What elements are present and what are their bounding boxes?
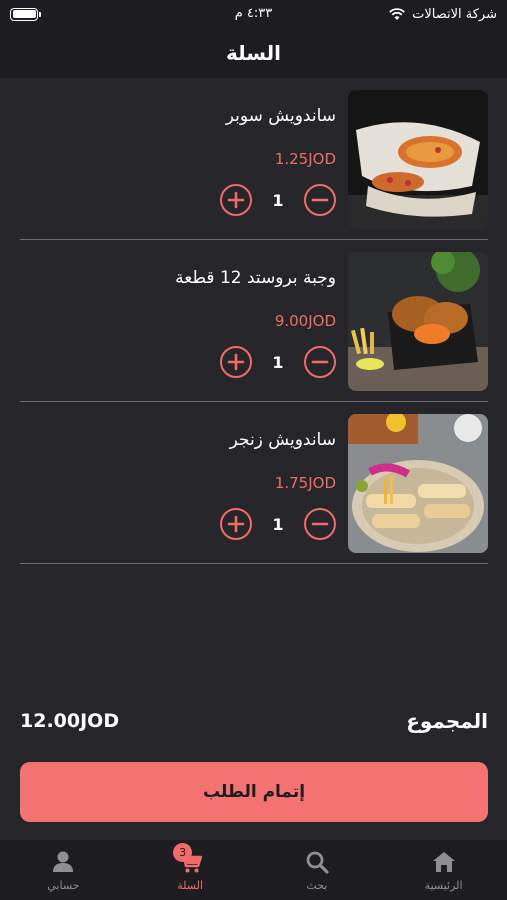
decrease-quantity-button[interactable] bbox=[304, 184, 336, 216]
quantity-stepper: 1 bbox=[220, 508, 336, 540]
increase-quantity-button[interactable] bbox=[220, 184, 252, 216]
item-name: ساندويش زنجر bbox=[229, 430, 336, 450]
item-name: ساندويش سوبر bbox=[225, 106, 336, 126]
item-image-super-sandwich bbox=[348, 90, 488, 229]
quantity-stepper: 1 bbox=[220, 184, 336, 216]
item-name: وجبة بروستد 12 قطعة bbox=[175, 268, 336, 288]
status-bar: ٤:٣٣ م شركة الاتصالات bbox=[0, 0, 507, 28]
increase-quantity-button[interactable] bbox=[220, 346, 252, 378]
plus-icon bbox=[227, 353, 245, 371]
search-icon bbox=[306, 851, 329, 874]
tab-label: حسابي bbox=[47, 878, 80, 892]
tab-label: السلة bbox=[177, 878, 203, 892]
quantity-value: 1 bbox=[272, 514, 284, 534]
increase-quantity-button[interactable] bbox=[220, 508, 252, 540]
status-right: شركة الاتصالات bbox=[388, 7, 497, 22]
tab-cart[interactable]: 3 السلة bbox=[127, 842, 253, 892]
tab-bar: حسابي 3 السلة بحث الرئيسية bbox=[0, 840, 507, 900]
quantity-value: 1 bbox=[272, 352, 284, 372]
tab-label: الرئيسية bbox=[424, 878, 463, 892]
status-time: ٤:٣٣ م bbox=[234, 6, 273, 21]
decrease-quantity-button[interactable] bbox=[304, 346, 336, 378]
item-image-broasted-meal bbox=[348, 252, 488, 391]
plus-icon bbox=[227, 515, 245, 533]
tab-home[interactable]: الرئيسية bbox=[381, 849, 507, 892]
wifi-icon bbox=[389, 8, 405, 20]
tab-account[interactable]: حسابي bbox=[0, 849, 126, 892]
cart-list: ساندويش سوبر 1.25JOD 1 وجبة بروستد 12 قط… bbox=[20, 78, 488, 564]
cart-item: ساندويش زنجر 1.75JOD 1 bbox=[20, 402, 488, 564]
checkout-button[interactable]: إتمام الطلب bbox=[20, 762, 488, 822]
cart-item: وجبة بروستد 12 قطعة 9.00JOD 1 bbox=[20, 240, 488, 402]
cart-item: ساندويش سوبر 1.25JOD 1 bbox=[20, 78, 488, 240]
carrier-name: شركة الاتصالات bbox=[412, 6, 497, 22]
total-row: 12.00JOD المجموع bbox=[20, 705, 488, 737]
home-icon bbox=[432, 851, 455, 872]
quantity-value: 1 bbox=[272, 190, 284, 210]
tab-label: بحث bbox=[306, 878, 328, 892]
item-price: 1.75JOD bbox=[274, 474, 336, 492]
cart-count-badge: 3 bbox=[173, 842, 193, 862]
total-value: 12.00JOD bbox=[20, 710, 120, 732]
tab-search[interactable]: بحث bbox=[254, 849, 380, 892]
cart-screen: ٤:٣٣ م شركة الاتصالات السلة ساندويش سوبر… bbox=[0, 0, 507, 900]
quantity-stepper: 1 bbox=[220, 346, 336, 378]
plus-icon bbox=[227, 191, 245, 209]
minus-icon bbox=[311, 198, 329, 202]
header: السلة bbox=[0, 28, 507, 78]
battery-icon bbox=[10, 7, 41, 21]
minus-icon bbox=[311, 522, 329, 526]
person-icon bbox=[53, 851, 74, 872]
item-price: 1.25JOD bbox=[274, 150, 336, 168]
total-label: المجموع bbox=[406, 709, 488, 733]
item-price: 9.00JOD bbox=[274, 312, 336, 330]
decrease-quantity-button[interactable] bbox=[304, 508, 336, 540]
minus-icon bbox=[311, 360, 329, 364]
item-image-zinger-sandwich bbox=[348, 414, 488, 553]
page-title: السلة bbox=[225, 41, 281, 65]
